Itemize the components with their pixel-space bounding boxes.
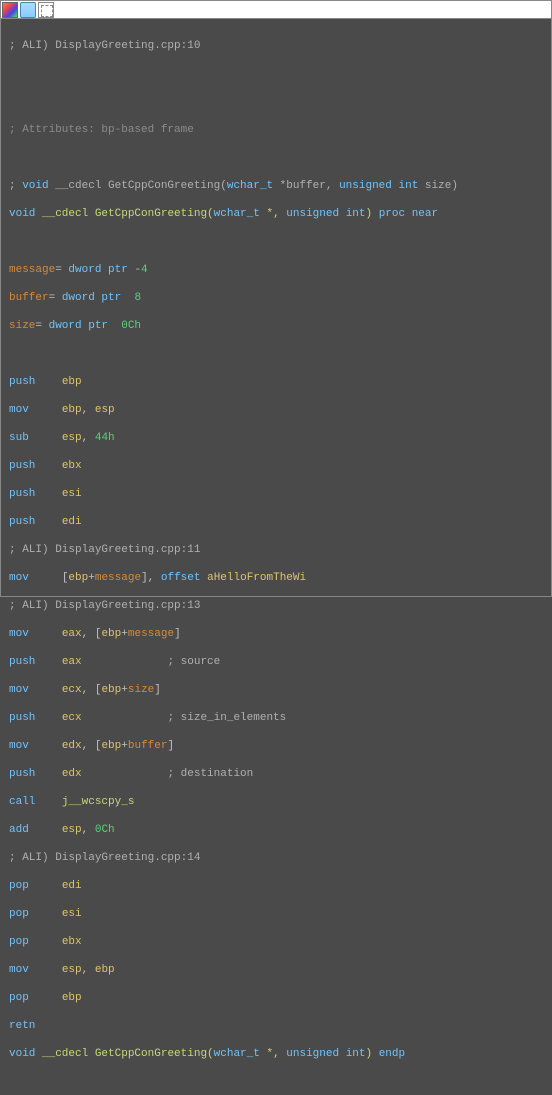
code-view[interactable]: ; ALI) DisplayGreeting.cpp:10 ; Attribut…: [1, 19, 551, 1095]
code-line: add esp, 0Ch: [9, 823, 543, 837]
code-line: push esi: [9, 487, 543, 501]
code-line: push edi: [9, 515, 543, 529]
code-line: retn: [9, 1019, 543, 1033]
code-line: void __cdecl GetCppConGreeting(wchar_t *…: [9, 1047, 543, 1061]
code-line: buffer= dword ptr 8: [9, 291, 543, 305]
code-line: [9, 67, 543, 81]
code-line: push edx ; destination: [9, 767, 543, 781]
code-line: mov edx, [ebp+buffer]: [9, 739, 543, 753]
code-line: [9, 347, 543, 361]
code-line: push eax ; source: [9, 655, 543, 669]
disassembly-window: ; ALI) DisplayGreeting.cpp:10 ; Attribut…: [0, 0, 552, 597]
code-line: ; Attributes: bp-based frame: [9, 123, 543, 137]
code-line: ; ALI) DisplayGreeting.cpp:14: [9, 851, 543, 865]
code-line: mov ecx, [ebp+size]: [9, 683, 543, 697]
code-line: mov eax, [ebp+message]: [9, 627, 543, 641]
selection-icon[interactable]: [38, 2, 54, 18]
window-titlebar: [1, 1, 551, 19]
code-line: call j__wcscpy_s: [9, 795, 543, 809]
code-line: push ecx ; size_in_elements: [9, 711, 543, 725]
code-line: mov [ebp+message], offset aHelloFromTheW…: [9, 571, 543, 585]
code-line: ; ALI) DisplayGreeting.cpp:10: [9, 39, 543, 53]
code-line: ; void __cdecl GetCppConGreeting(wchar_t…: [9, 179, 543, 193]
color-palette-icon[interactable]: [2, 2, 18, 18]
code-line: push ebp: [9, 375, 543, 389]
code-line: [9, 235, 543, 249]
code-line: [9, 151, 543, 165]
code-line: pop ebx: [9, 935, 543, 949]
code-line: mov ebp, esp: [9, 403, 543, 417]
code-line: [9, 95, 543, 109]
code-line: ; ALI) DisplayGreeting.cpp:13: [9, 599, 543, 613]
code-line: push ebx: [9, 459, 543, 473]
display-icon[interactable]: [20, 2, 36, 18]
code-line: ; ALI) DisplayGreeting.cpp:11: [9, 543, 543, 557]
code-line: pop esi: [9, 907, 543, 921]
code-line: void __cdecl GetCppConGreeting(wchar_t *…: [9, 207, 543, 221]
code-line: size= dword ptr 0Ch: [9, 319, 543, 333]
code-line: mov esp, ebp: [9, 963, 543, 977]
code-line: pop ebp: [9, 991, 543, 1005]
code-line: sub esp, 44h: [9, 431, 543, 445]
code-line: pop edi: [9, 879, 543, 893]
code-line: message= dword ptr -4: [9, 263, 543, 277]
